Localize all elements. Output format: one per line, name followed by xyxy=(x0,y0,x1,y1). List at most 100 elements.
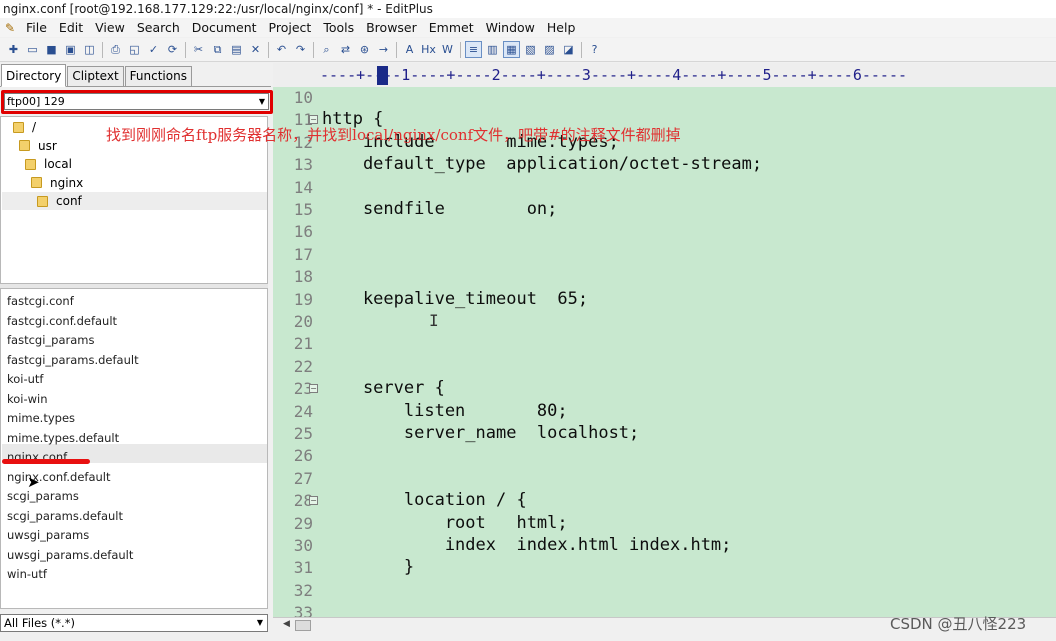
directory-item[interactable]: local xyxy=(25,155,72,173)
refresh-icon[interactable]: ⟳ xyxy=(164,41,181,58)
code-line[interactable]: index index.html index.htm; xyxy=(322,535,732,555)
menu-item-search[interactable]: Search xyxy=(131,18,186,37)
ftp-upload-icon[interactable]: ◫ xyxy=(81,41,98,58)
file-item[interactable]: mime.types xyxy=(7,411,75,425)
scroll-left-icon[interactable]: ◀ xyxy=(283,619,290,629)
line-number: 10 xyxy=(293,88,313,107)
file-item[interactable]: win-utf xyxy=(7,567,47,581)
line-number: 15 xyxy=(293,200,313,219)
hex-viewer-icon[interactable]: Hx xyxy=(420,41,437,58)
file-item[interactable]: fastcgi_params.default xyxy=(7,353,139,367)
file-item[interactable]: scgi_params.default xyxy=(7,509,123,523)
menu-item-file[interactable]: File xyxy=(20,18,53,37)
toolbar-separator xyxy=(581,41,582,58)
replace-icon[interactable]: ⇄ xyxy=(337,41,354,58)
menu-item-emmet[interactable]: Emmet xyxy=(423,18,480,37)
menu-item-browser[interactable]: Browser xyxy=(360,18,423,37)
menu-item-view[interactable]: View xyxy=(89,18,131,37)
file-item[interactable]: koi-win xyxy=(7,392,48,406)
directory-item[interactable]: usr xyxy=(19,137,57,155)
file-item[interactable]: koi-utf xyxy=(7,372,43,386)
save-icon[interactable]: ■ xyxy=(43,41,60,58)
file-item[interactable]: fastcgi.conf.default xyxy=(7,314,117,328)
code-line[interactable]: sendfile on; xyxy=(322,199,557,219)
file-item[interactable]: nginx.conf.default xyxy=(7,470,111,484)
line-number: 27 xyxy=(293,468,313,488)
line-number: 26 xyxy=(293,446,313,466)
line-number: 16 xyxy=(293,222,313,242)
paste-icon[interactable]: ▤ xyxy=(228,41,245,58)
tab-cliptext[interactable]: Cliptext xyxy=(67,66,124,86)
line-number: 23 xyxy=(293,379,313,399)
code-line[interactable]: default_type application/octet-stream; xyxy=(322,154,762,174)
print-icon[interactable]: ⎙ xyxy=(107,41,124,58)
find-in-files-icon[interactable]: ⊛ xyxy=(356,41,373,58)
print-preview-icon[interactable]: ◱ xyxy=(126,41,143,58)
toolbar-separator xyxy=(313,41,314,58)
file-item[interactable]: scgi_params xyxy=(7,489,79,503)
toolbar-separator xyxy=(102,41,103,58)
menu-item-project[interactable]: Project xyxy=(263,18,318,37)
line-number: 30 xyxy=(293,536,313,555)
code-line[interactable]: } xyxy=(322,557,414,577)
text-cursor-icon: I xyxy=(429,311,439,330)
line-numbers-icon[interactable]: ≡ xyxy=(465,41,482,58)
code-line[interactable]: listen 80; xyxy=(322,401,568,421)
go-to-line-icon[interactable]: → xyxy=(375,41,392,58)
column-select-icon[interactable]: ▦ xyxy=(503,41,520,58)
ruler-scale: ----+----1----+----2----+----3----+----4… xyxy=(320,66,907,84)
browser-icon[interactable]: ◪ xyxy=(560,41,577,58)
word-wrap-icon[interactable]: W xyxy=(439,41,456,58)
ruler-icon[interactable]: ▥ xyxy=(484,41,501,58)
file-item[interactable]: mime.types.default xyxy=(7,431,119,445)
code-line[interactable]: server { xyxy=(322,378,445,398)
cliptext-window-icon[interactable]: ▧ xyxy=(522,41,539,58)
mouse-pointer-icon: ➤ xyxy=(27,473,40,491)
code-line[interactable]: server_name localhost; xyxy=(322,423,639,443)
file-item[interactable]: fastcgi_params xyxy=(7,333,94,347)
new-file-icon[interactable]: ✚ xyxy=(5,41,22,58)
scroll-thumb[interactable] xyxy=(295,620,311,631)
directory-item[interactable]: nginx xyxy=(31,174,83,192)
open-folder-icon[interactable]: ▭ xyxy=(24,41,41,58)
undo-icon[interactable]: ↶ xyxy=(273,41,290,58)
file-item[interactable]: uwsgi_params.default xyxy=(7,548,133,562)
file-item[interactable]: fastcgi.conf xyxy=(7,294,74,308)
redo-icon[interactable]: ↷ xyxy=(292,41,309,58)
line-number: 31 xyxy=(293,558,313,578)
copy-icon[interactable]: ⧉ xyxy=(209,41,226,58)
help-icon[interactable]: ? xyxy=(586,41,603,58)
fold-toggle-icon[interactable]: − xyxy=(309,384,318,394)
code-editor[interactable]: I 10 11− http {12 include mime.types; 13 de… xyxy=(273,87,1056,617)
menu-item-document[interactable]: Document xyxy=(186,18,263,37)
line-number: 25 xyxy=(293,424,313,443)
cut-icon[interactable]: ✂ xyxy=(190,41,207,58)
save-all-icon[interactable]: ▣ xyxy=(62,41,79,58)
code-line[interactable]: location / { xyxy=(322,490,527,510)
menu-item-edit[interactable]: Edit xyxy=(53,18,89,37)
delete-icon[interactable]: ✕ xyxy=(247,41,264,58)
toolbar-separator xyxy=(185,41,186,58)
directory-item[interactable]: conf xyxy=(2,192,267,210)
directory-item[interactable]: / xyxy=(13,118,36,136)
menu-item-tools[interactable]: Tools xyxy=(317,18,360,37)
file-item[interactable]: uwsgi_params xyxy=(7,528,89,542)
folder-icon xyxy=(37,195,48,207)
tab-functions[interactable]: Functions xyxy=(124,66,192,86)
dropdown-arrow-icon[interactable]: ▼ xyxy=(257,615,263,631)
spell-check-icon[interactable]: ✓ xyxy=(145,41,162,58)
menu-item-help[interactable]: Help xyxy=(541,18,582,37)
fold-toggle-icon[interactable]: − xyxy=(309,496,318,506)
output-window-icon[interactable]: ▨ xyxy=(541,41,558,58)
file-filter-select[interactable]: All Files (*.*) ▼ xyxy=(0,614,268,632)
menu-item-window[interactable]: Window xyxy=(480,18,541,37)
line-number: 22 xyxy=(293,356,313,376)
annotation-text: 找到刚刚命名ftp服务器名称，并找到local/nginx/conf文件，吧带#… xyxy=(106,126,681,144)
tab-directory[interactable]: Directory xyxy=(1,64,67,87)
find-icon[interactable]: ⌕ xyxy=(318,41,335,58)
font-icon[interactable]: A xyxy=(401,41,418,58)
directory-item-label: conf xyxy=(56,194,82,208)
code-line[interactable]: root html; xyxy=(322,513,568,533)
line-number: 20 xyxy=(293,312,313,331)
code-line[interactable]: keepalive_timeout 65; xyxy=(322,289,588,309)
